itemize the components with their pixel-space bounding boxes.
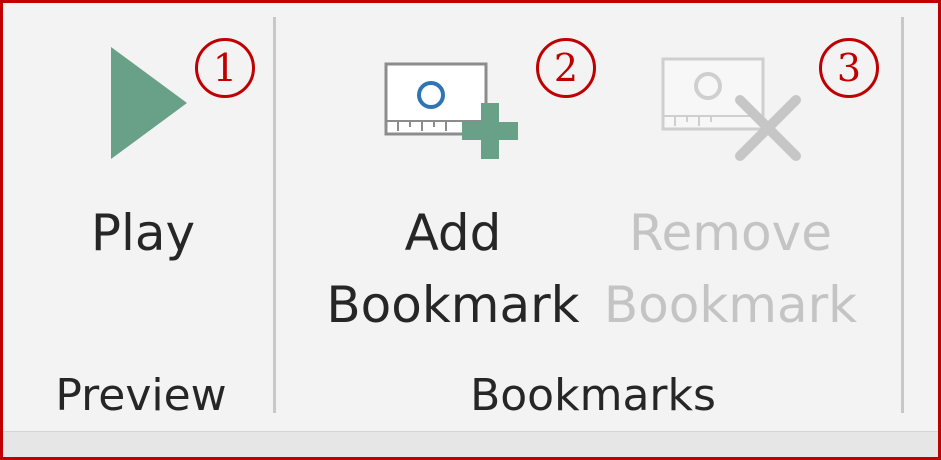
play-icon: [111, 47, 187, 159]
group-separator: [901, 17, 904, 413]
remove-bookmark-icon: [661, 57, 801, 161]
callout-2: 2: [536, 38, 596, 98]
add-bookmark-icon: [384, 62, 518, 159]
remove-bookmark-label-line1: Remove: [629, 204, 832, 262]
callout-3: 3: [819, 38, 879, 98]
ribbon-bottom-bar: [3, 431, 938, 457]
remove-bookmark-label-line2: Bookmark: [603, 276, 858, 334]
group-separator: [273, 17, 276, 413]
ribbon-screenshot-frame: Play 1 Preview Add Bookmark 2 Remove Boo…: [0, 0, 941, 460]
group-label-bookmarks: Bookmarks: [470, 370, 716, 421]
play-button-label: Play: [90, 204, 196, 262]
add-bookmark-label-line2: Bookmark: [326, 276, 580, 334]
add-bookmark-label-line1: Add: [404, 204, 502, 262]
group-label-preview: Preview: [55, 370, 227, 421]
callout-1: 1: [195, 38, 255, 98]
